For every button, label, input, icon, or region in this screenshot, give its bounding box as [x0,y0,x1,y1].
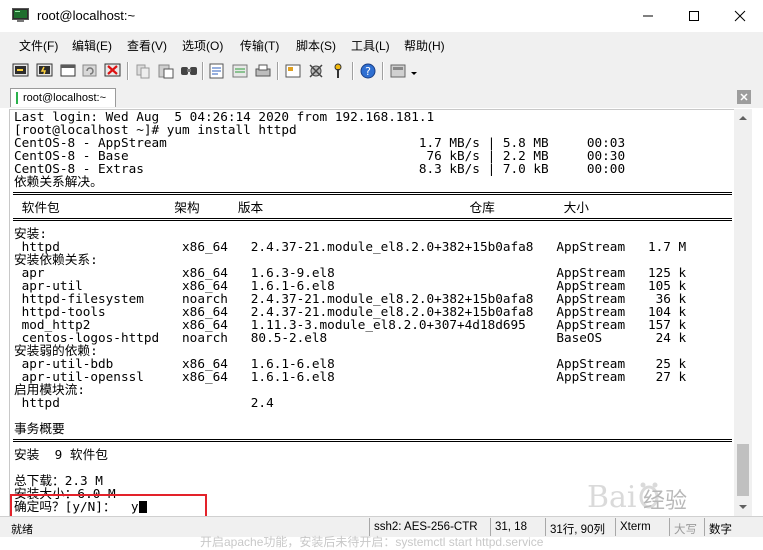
status-caps-label: 大写 [674,524,697,536]
scroll-up-icon[interactable] [738,113,748,123]
menu-bar: 文件(F) 编辑(E) 查看(V) 选项(O) 传输(T) 脚本(S) 工具(L… [0,32,763,56]
terminal-line: 依赖关系解决。 [14,174,103,189]
menu-file[interactable]: 文件(F) [19,37,58,54]
connection-status-indicator [16,92,18,104]
session-options-icon[interactable] [283,61,303,81]
chevron-down-icon[interactable] [410,71,418,77]
terminal-line: 安装 9 软件包 [14,447,108,462]
connect-in-tab-icon[interactable] [58,61,78,81]
terminal-rule [13,192,732,195]
terminal-line: centos-logos-httpd noarch 80.5-2.el8 Bas… [14,330,687,345]
sftp-icon[interactable] [388,61,408,81]
connect-icon[interactable] [11,61,31,81]
status-position-label: 31, 18 [495,521,527,533]
menu-view[interactable]: 查看(V) [127,37,167,54]
page-caption: 开启apache功能，安装后未待开启：systemctl start httpd… [200,535,544,549]
terminal-line: 事务概要 [14,421,65,436]
svg-text:Bai: Bai [587,480,637,515]
find-icon[interactable] [179,61,199,81]
printer-icon[interactable] [253,61,273,81]
annotation-highlight-box [10,494,207,517]
tab-label: root@localhost:~ [23,92,107,104]
securecrt-app-icon [12,8,29,22]
minimize-button[interactable] [625,0,671,32]
menu-edit[interactable]: 编辑(E) [72,37,112,54]
print-icon[interactable] [230,61,250,81]
window-title: root@localhost:~ [37,8,136,23]
scrollbar-thumb[interactable] [737,444,749,496]
disconnect-icon[interactable] [103,61,123,81]
svg-text:?: ? [365,65,371,78]
terminal-rule [13,218,732,221]
close-icon [734,10,746,22]
status-text: 就绪 [11,524,33,536]
terminal-line: CentOS-8 - Extras 8.3 kB/s | 7.0 kB 00:0… [14,161,626,176]
keymap-icon[interactable] [328,61,348,81]
menu-script[interactable]: 脚本(S) [296,37,336,54]
maximize-button[interactable] [671,0,717,32]
close-button[interactable] [717,0,763,32]
minimize-icon [643,15,653,17]
toolbar-separator [202,62,204,80]
status-cipher-label: ssh2: AES-256-CTR [374,521,478,533]
help-icon[interactable]: ? [358,61,378,81]
scroll-down-icon[interactable] [738,502,748,512]
menu-transfer[interactable]: 传输(T) [240,37,279,54]
terminal-rule [13,439,732,442]
copy-icon[interactable] [133,61,153,81]
terminal-line: httpd 2.4 [14,395,274,410]
quick-connect-icon[interactable] [35,61,55,81]
title-bar: root@localhost:~ [0,0,763,32]
terminal-line: apr-util-openssl x86_64 1.6.1-6.el8 AppS… [14,369,687,384]
tab-close-button[interactable] [737,90,751,104]
terminal-line: httpd x86_64 2.4.37-21.module_el8.2.0+38… [14,239,687,254]
status-size-label: 31行, 90列 [550,524,605,536]
menu-options[interactable]: 选项(O) [182,37,223,54]
toolbar-separator [277,62,279,80]
maximize-icon [689,11,699,21]
status-emulation: Xterm [615,518,667,536]
menu-help[interactable]: 帮助(H) [404,37,445,54]
print-setup-icon[interactable] [207,61,227,81]
watermark-text: 经验 [643,488,688,513]
terminal-area[interactable]: Last login: Wed Aug 5 04:26:14 2020 from… [9,109,735,517]
paste-icon[interactable] [156,61,176,81]
tab-strip: root@localhost:~ [0,86,763,108]
status-terminal-size: 31行, 90列 [545,518,613,536]
terminal-line: 软件包 架构 版本 仓库 大小 [14,200,589,215]
menu-tools[interactable]: 工具(L) [351,37,390,54]
status-caps-lock: 大写 [669,518,702,536]
toolbar: ? [0,56,763,87]
status-num-lock: 数字 [704,518,744,536]
toolbar-separator [382,62,384,80]
toolbar-separator [127,62,129,80]
close-icon [740,93,748,101]
reconnect-icon[interactable] [80,61,100,81]
toolbar-separator [352,62,354,80]
vertical-scrollbar[interactable] [734,109,752,516]
tab-session[interactable]: root@localhost:~ [10,88,116,107]
status-emulation-label: Xterm [620,521,651,533]
status-num-label: 数字 [709,524,732,536]
global-options-icon[interactable] [306,61,326,81]
